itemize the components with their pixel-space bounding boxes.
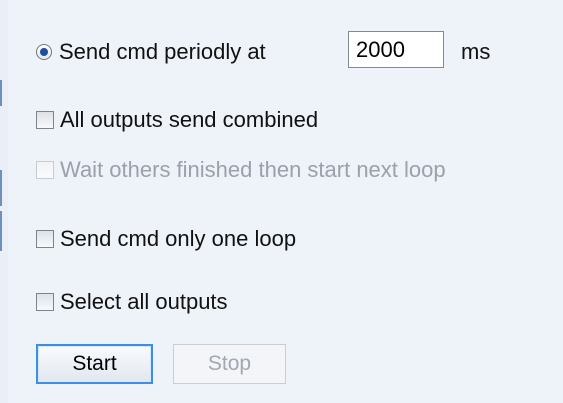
select-all-outputs-option[interactable]: Select all outputs	[36, 291, 228, 313]
send-one-loop-label: Send cmd only one loop	[60, 226, 297, 251]
stop-button: Stop	[173, 344, 286, 384]
all-outputs-combined-option[interactable]: All outputs send combined	[36, 109, 318, 131]
left-edge-marker-middle	[0, 170, 2, 206]
select-all-outputs-checkbox[interactable]	[36, 293, 54, 311]
send-one-loop-checkbox[interactable]	[36, 230, 54, 248]
all-outputs-combined-label: All outputs send combined	[60, 107, 319, 132]
send-one-loop-option[interactable]: Send cmd only one loop	[36, 228, 296, 250]
send-periodically-option[interactable]: Send cmd periodly at	[36, 41, 266, 63]
all-outputs-combined-checkbox[interactable]	[36, 111, 54, 129]
wait-others-finished-option: Wait others finished then start next loo…	[36, 159, 446, 181]
left-edge-marker-top	[0, 80, 2, 106]
radio-selected-dot	[40, 48, 48, 56]
interval-unit-label: ms	[461, 39, 491, 64]
wait-others-finished-checkbox	[36, 161, 54, 179]
wait-others-finished-label: Wait others finished then start next loo…	[60, 157, 446, 182]
send-periodically-label: Send cmd periodly at	[59, 39, 266, 64]
select-all-outputs-label: Select all outputs	[60, 289, 228, 314]
interval-input[interactable]	[348, 31, 444, 68]
left-edge-marker-bottom	[0, 211, 2, 251]
send-periodically-radio[interactable]	[36, 44, 52, 60]
start-button[interactable]: Start	[36, 344, 153, 384]
